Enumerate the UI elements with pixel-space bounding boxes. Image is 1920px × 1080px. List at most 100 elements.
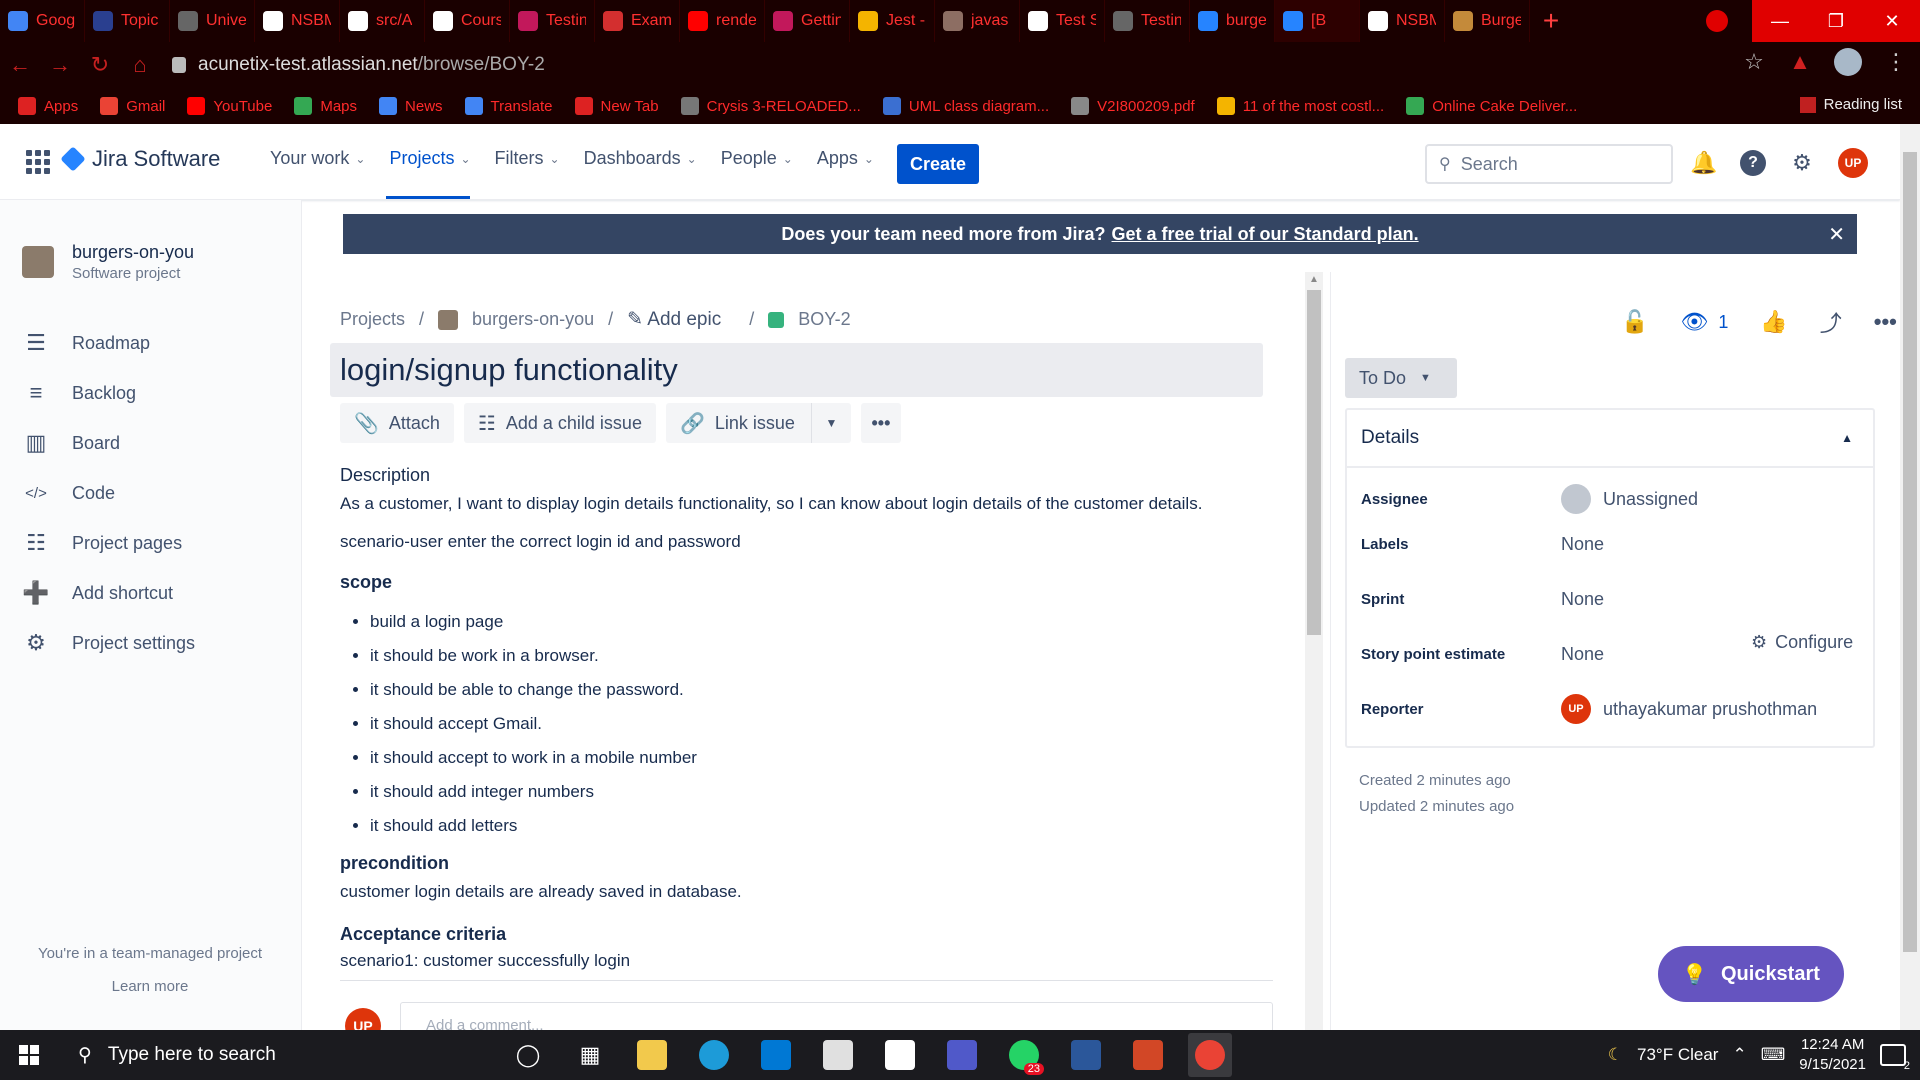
forward-icon[interactable]: → [40, 45, 80, 85]
browser-tab[interactable]: burge [1190, 0, 1275, 42]
sidebar-item-backlog[interactable]: ≡ Backlog [22, 368, 195, 418]
bookmark-item[interactable]: Crysis 3-RELOADED... [680, 97, 861, 115]
bookmark-item[interactable]: Gmail [100, 97, 165, 115]
nav-dashboards[interactable]: Dashboards ⌄ [584, 148, 697, 169]
edge-icon[interactable] [692, 1033, 736, 1077]
browser-tab[interactable]: Exam [595, 0, 680, 42]
jira-logo[interactable]: Jira Software [60, 146, 220, 172]
details-header[interactable]: Details ▲ [1347, 410, 1873, 468]
add-epic-button[interactable]: ✎ Add epic [627, 308, 721, 331]
windows-start-icon[interactable] [0, 1030, 58, 1080]
attach-button[interactable]: 📎 Attach [340, 403, 454, 443]
search-input[interactable]: ⚲ Search [1425, 144, 1673, 184]
extensions-icon[interactable]: ▲ [1788, 49, 1812, 74]
bookmark-item[interactable]: News [379, 97, 443, 115]
more-actions-button[interactable]: ••• [860, 403, 901, 443]
project-header[interactable]: burgers-on-you Software project [22, 242, 194, 282]
configure-button[interactable]: ⚙ Configure [1751, 632, 1853, 653]
browser-tab[interactable]: Testin [510, 0, 595, 42]
nav-apps[interactable]: Apps ⌄ [817, 148, 874, 169]
lock-icon[interactable]: 🔓 [1621, 309, 1648, 335]
bookmark-item[interactable]: V2I800209.pdf [1071, 97, 1195, 115]
close-icon[interactable]: ✕ [1864, 0, 1920, 42]
browser-tab[interactable]: src/A [340, 0, 425, 42]
amazon-icon[interactable] [878, 1033, 922, 1077]
app-switcher-icon[interactable] [26, 150, 50, 174]
word-icon[interactable] [1064, 1033, 1108, 1077]
like-icon[interactable]: 👍 [1760, 309, 1787, 335]
learn-more-link[interactable]: Learn more [0, 978, 300, 995]
menu-icon[interactable]: ⋮ [1884, 49, 1908, 74]
add-child-issue-button[interactable]: ☷ Add a child issue [463, 403, 656, 443]
reading-list[interactable]: Reading list [1799, 96, 1902, 113]
restore-icon[interactable]: ❐ [1808, 0, 1864, 42]
weather-text[interactable]: 73°F Clear [1637, 1045, 1718, 1065]
url-input[interactable]: acunetix-test.atlassian.net/browse/BOY-2 [172, 48, 1782, 82]
powerpoint-icon[interactable] [1126, 1033, 1170, 1077]
browser-tab[interactable]: NSBM [1360, 0, 1445, 42]
bookmark-item[interactable]: New Tab [574, 97, 659, 115]
browser-tab[interactable]: Testin [1105, 0, 1190, 42]
nav-projects[interactable]: Projects ⌄ [389, 148, 470, 169]
whatsapp-icon[interactable]: 23 [1002, 1033, 1046, 1077]
sidebar-item-add-shortcut[interactable]: ➕ Add shortcut [22, 568, 195, 618]
bookmark-item[interactable]: Translate [464, 97, 553, 115]
browser-tab[interactable]: rende [680, 0, 765, 42]
bookmark-item[interactable]: Maps [294, 97, 357, 115]
help-icon[interactable]: ? [1740, 150, 1766, 176]
sidebar-item-project-settings[interactable]: ⚙ Project settings [22, 618, 195, 668]
file-explorer-icon[interactable] [630, 1033, 674, 1077]
browser-tab[interactable]: Burge [1445, 0, 1530, 42]
browser-tab[interactable]: javas [935, 0, 1020, 42]
create-button[interactable]: Create [897, 144, 979, 184]
nav-your-work[interactable]: Your work ⌄ [270, 148, 365, 169]
breadcrumb-issue-key[interactable]: BOY-2 [798, 309, 850, 330]
more-icon[interactable]: ••• [1874, 309, 1897, 335]
taskbar-search[interactable]: ⚲ Type here to search [58, 1030, 478, 1080]
new-tab-icon[interactable]: + [1530, 0, 1572, 42]
cortana-icon[interactable]: ◯ [506, 1033, 550, 1077]
scrollbar-thumb[interactable] [1307, 290, 1321, 635]
share-icon[interactable]: ⤴ [1820, 306, 1842, 338]
field-sprint[interactable]: Sprint None [1361, 589, 1604, 610]
sidebar-item-roadmap[interactable]: ☰ Roadmap [22, 318, 195, 368]
teams-icon[interactable] [940, 1033, 984, 1077]
chrome-icon[interactable] [1188, 1033, 1232, 1077]
browser-tab[interactable]: [B [1275, 0, 1360, 42]
sidebar-item-code[interactable]: </> Code [22, 468, 195, 518]
nav-people[interactable]: People ⌄ [721, 148, 793, 169]
field-reporter[interactable]: Reporter UP uthayakumar prushothman [1361, 694, 1817, 724]
home-icon[interactable]: ⌂ [120, 45, 160, 85]
description-text[interactable]: As a customer, I want to display login d… [340, 494, 1280, 514]
bookmark-item[interactable]: Apps [18, 97, 78, 115]
record-icon[interactable] [1706, 10, 1728, 32]
bookmark-item[interactable]: 11 of the most costl... [1216, 97, 1384, 115]
chevron-up-icon[interactable]: ⌃ [1732, 1045, 1746, 1065]
settings-gear-icon[interactable]: ⚙ [1788, 149, 1816, 177]
browser-tab[interactable]: Unive [170, 0, 255, 42]
browser-tab[interactable]: Cours [425, 0, 510, 42]
profile-avatar[interactable] [1834, 48, 1862, 76]
banner-trial-link[interactable]: Get a free trial of our Standard plan. [1112, 224, 1419, 245]
browser-tab[interactable]: Topic [85, 0, 170, 42]
nav-filters[interactable]: Filters ⌄ [495, 148, 560, 169]
browser-tab[interactable]: Goog [0, 0, 85, 42]
minimize-icon[interactable]: — [1752, 0, 1808, 42]
browser-tab[interactable]: Test S [1020, 0, 1105, 42]
watchers-button[interactable]: 👁 1 [1680, 309, 1728, 335]
bookmark-item[interactable]: Online Cake Deliver... [1406, 97, 1577, 115]
chevron-down-icon[interactable]: ▼ [810, 403, 851, 443]
clock[interactable]: 12:24 AM 9/15/2021 [1799, 1035, 1866, 1075]
sidebar-item-project-pages[interactable]: ☷ Project pages [22, 518, 195, 568]
reload-icon[interactable]: ↻ [80, 45, 120, 85]
mail-icon[interactable] [754, 1033, 798, 1077]
browser-tab[interactable]: Gettin [765, 0, 850, 42]
back-icon[interactable]: ← [0, 45, 40, 85]
close-icon[interactable]: ✕ [1828, 222, 1845, 247]
browser-tab[interactable]: NSBM [255, 0, 340, 42]
notifications-icon[interactable]: 2 [1880, 1044, 1910, 1072]
keyboard-icon[interactable]: ⌨ [1761, 1045, 1786, 1065]
page-scrollbar[interactable] [1900, 124, 1920, 1030]
bookmark-item[interactable]: YouTube [187, 97, 272, 115]
field-assignee[interactable]: Assignee Unassigned [1361, 484, 1698, 514]
